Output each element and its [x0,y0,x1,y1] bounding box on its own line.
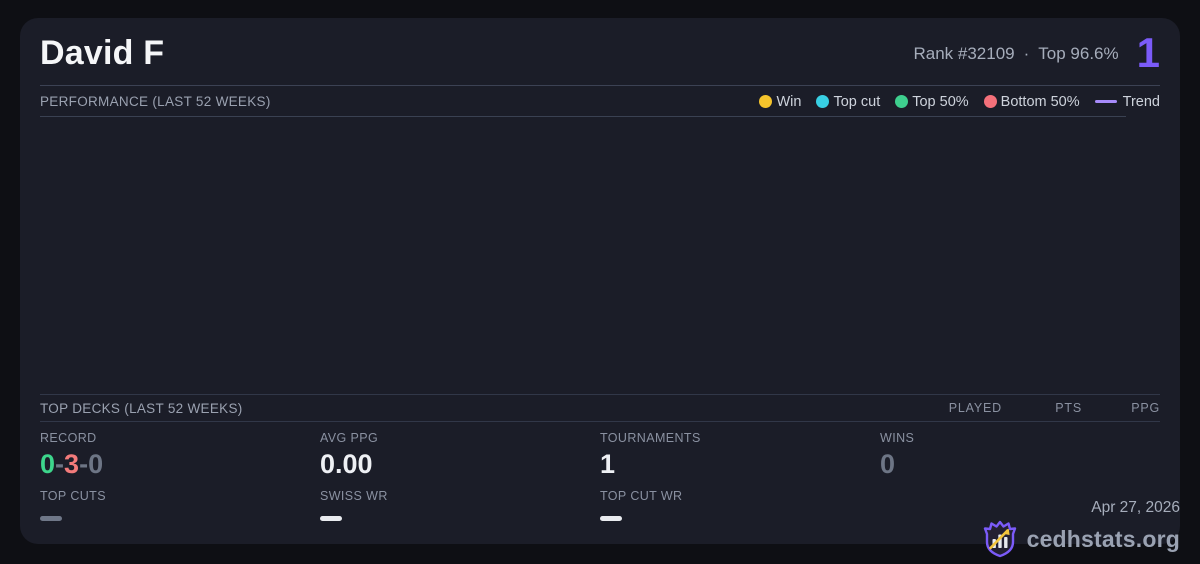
card-footer: Apr 27, 2026 cedhstats.org [981,499,1180,558]
performance-chart [40,117,1160,394]
legend-label-win: Win [776,93,802,110]
trend-line-icon [1094,100,1117,103]
generated-date: Apr 27, 2026 [1091,499,1180,516]
legend-item-win: Win [759,94,801,110]
tournaments-value: 1 [600,449,616,479]
bottom-50-dot-icon [983,95,997,108]
top-decks-column-headers: PLAYED PTS PPG [902,401,1160,415]
record-label: RECORD [40,431,97,445]
legend-item-bottom-50: Bottom 50% [983,93,1080,110]
performance-title: PERFORMANCE (LAST 52 WEEKS) [40,94,271,109]
top-decks-title: TOP DECKS (LAST 52 WEEKS) [40,400,243,416]
record-value: 0-3-0 [40,450,320,478]
legend-item-trend: Trend [1094,93,1160,110]
top-cuts-empty-value [40,516,62,522]
wins-label: WINS [880,431,915,445]
record-separator-1: - [55,449,65,479]
chart-legend: Win Top cut Top 50% Bottom 50% Trend [759,94,1160,110]
wins-value: 0 [880,449,896,479]
rank-line: Rank #32109 · Top 96.6% [913,44,1118,64]
column-header-ppg: PPG [1131,401,1160,415]
top-percent-label: Top 96.6% [1038,43,1119,63]
legend-label-top-50: Top 50% [912,93,969,110]
brand-wordmark: cedhstats.org [1026,525,1180,552]
top-decks-section-header: TOP DECKS (LAST 52 WEEKS) PLAYED PTS PPG [40,394,1160,422]
stat-avg-ppg: AVG PPG 0.00 SWISS WR [320,431,600,544]
top-50-dot-icon [895,95,909,108]
card-header: David F Rank #32109 · Top 96.6% 1 [40,18,1160,86]
header-right: Rank #32109 · Top 96.6% 1 [913,28,1160,76]
record-wins: 0 [40,449,56,479]
top-cut-wr-label: TOP CUT WR [600,489,683,504]
swiss-wr-empty-value [320,516,342,522]
performance-section-header: PERFORMANCE (LAST 52 WEEKS) Win Top cut … [40,86,1160,117]
stat-record: RECORD 0-3-0 TOP CUTS [40,431,320,544]
player-name: David F [40,34,165,72]
column-header-pts: PTS [1055,401,1082,415]
top-cut-dot-icon [816,95,830,108]
column-header-played: PLAYED [948,401,1002,415]
brand-row[interactable]: cedhstats.org [981,520,1180,558]
legend-label-top-cut: Top cut [833,93,881,110]
legend-item-top-50: Top 50% [895,93,969,110]
record-separator-2: - [79,449,89,479]
dot-separator: · [1023,43,1030,63]
win-dot-icon [759,95,773,108]
record-losses: 3 [64,449,80,479]
player-stats-card: David F Rank #32109 · Top 96.6% 1 PERFOR… [20,18,1180,544]
tournaments-label: TOURNAMENTS [600,431,701,445]
record-draws: 0 [88,449,104,479]
stat-tournaments: TOURNAMENTS 1 TOP CUT WR [600,431,880,544]
avg-ppg-value: 0.00 [320,449,373,479]
cedhstats-shield-logo-icon [983,520,1016,558]
legend-label-trend: Trend [1122,93,1160,110]
swiss-wr-label: SWISS WR [320,489,388,504]
avg-ppg-label: AVG PPG [320,431,379,445]
top-cut-wr-empty-value [600,516,622,522]
top-cuts-label: TOP CUTS [40,489,106,504]
legend-label-bottom-50: Bottom 50% [1000,93,1080,110]
rank-label: Rank #32109 [913,43,1015,63]
legend-item-top-cut: Top cut [816,94,880,110]
events-count-badge: 1 [1136,28,1160,76]
